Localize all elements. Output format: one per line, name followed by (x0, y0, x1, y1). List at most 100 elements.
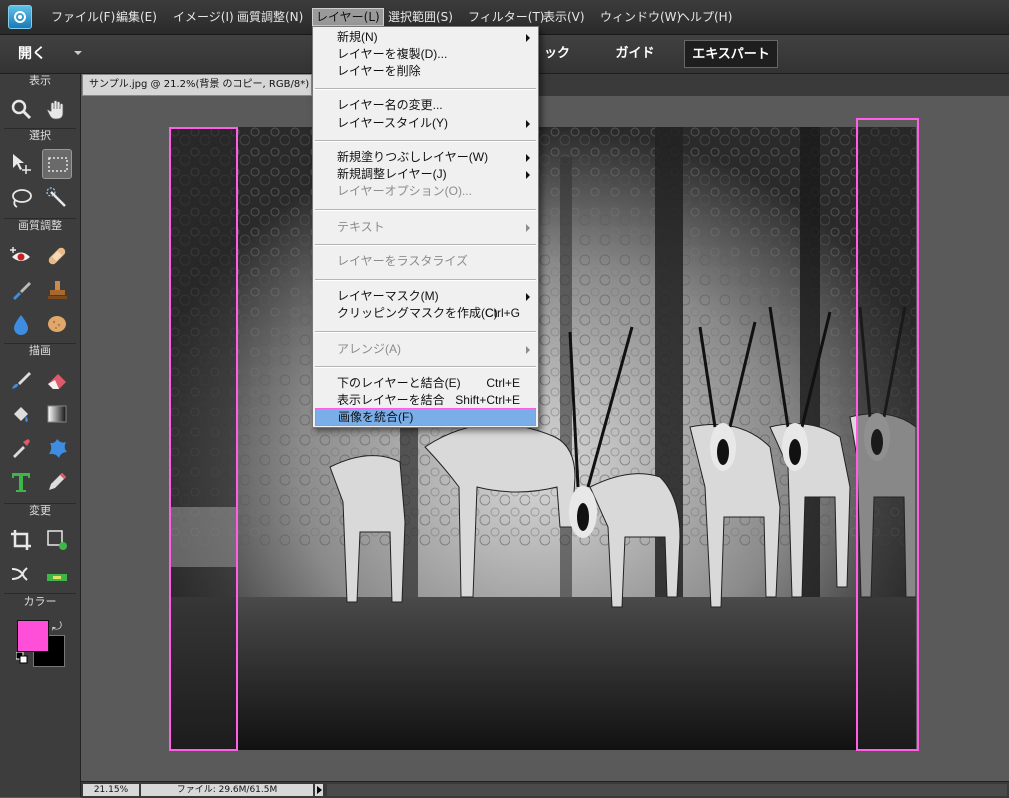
recompose-tool[interactable] (42, 525, 72, 555)
menu-enhance[interactable]: 画質調整(N) (234, 9, 306, 25)
mode-quick-button[interactable]: ック (536, 40, 578, 68)
hand-tool[interactable] (42, 94, 72, 124)
zoom-tool[interactable] (6, 94, 36, 124)
document-tab[interactable]: サンプル.jpg @ 21.2%(背景 のコピー, RGB/8*) * (82, 74, 312, 96)
menu-edit[interactable]: 編集(E) (113, 9, 160, 25)
healing-brush-tool[interactable] (42, 241, 72, 271)
toolbox-header-enhance: 画質調整 (18, 219, 62, 232)
quick-selection-tool[interactable] (42, 183, 72, 213)
custom-shape-tool[interactable] (42, 433, 72, 463)
crop-tool[interactable] (6, 525, 36, 555)
eye-icon (10, 247, 30, 261)
menu-item-new-fill-layer[interactable]: 新規塗りつぶしレイヤー(W) (315, 149, 536, 166)
oryx-photo (170, 127, 916, 750)
menu-item-duplicate-layer[interactable]: レイヤーを複製(D)... (315, 46, 536, 63)
menu-item-layer-style[interactable]: レイヤースタイル(Y) (315, 115, 536, 132)
eraser-tool[interactable] (42, 365, 72, 395)
hand-icon (46, 100, 64, 120)
menu-item-new-adjustment-layer[interactable]: 新規調整レイヤー(J) (315, 166, 536, 183)
recompose-icon (47, 530, 67, 550)
rect-marquee-icon (48, 157, 68, 172)
toolbox-header-modify: 変更 (29, 504, 51, 517)
move-tool[interactable] (6, 149, 36, 179)
smart-brush-tool[interactable] (6, 275, 36, 305)
left-selection-guide (169, 127, 238, 751)
toolbox-header-view: 表示 (29, 74, 51, 87)
submenu-arrow-icon (526, 346, 530, 354)
status-bar: 21.15% ファイル: 29.6M/61.5M (81, 781, 1009, 798)
menu-item-merge-visible[interactable]: 表示レイヤーを結合 Shift+Ctrl+E (315, 392, 536, 409)
magnifier-icon (11, 99, 32, 120)
app-logo-icon (8, 5, 32, 29)
submenu-arrow-icon (526, 171, 530, 179)
menu-item-new[interactable]: 新規(N) (315, 29, 536, 46)
marquee-tool[interactable] (42, 149, 72, 179)
blur-tool[interactable] (6, 309, 36, 339)
shortcut-label: Ctrl+E (486, 376, 520, 390)
swap-colors-icon[interactable]: ⤾ (52, 619, 62, 634)
brush-icon (12, 372, 31, 389)
pencil-tool[interactable] (42, 467, 72, 497)
menu-item-arrange: アレンジ(A) (315, 341, 536, 358)
document-image[interactable] (170, 127, 916, 750)
menu-select[interactable]: 選択範囲(S) (385, 9, 456, 25)
menu-item-layer-options: レイヤーオプション(O)... (337, 184, 472, 198)
menu-view[interactable]: 表示(V) (540, 9, 588, 25)
menu-item-merge-down[interactable]: 下のレイヤーと結合(E) Ctrl+E (315, 375, 536, 392)
menu-filter[interactable]: フィルター(T) (465, 9, 547, 25)
bandage-icon (48, 247, 66, 265)
content-aware-move-tool[interactable] (6, 559, 36, 589)
file-size-info: ファイル: 29.6M/61.5M (141, 784, 313, 796)
zoom-level-field[interactable]: 21.15% (83, 784, 139, 796)
menu-item-delete-layer[interactable]: レイヤーを削除 (315, 63, 536, 80)
menu-item-create-clipping-mask[interactable]: クリッピングマスクを作成(C) Ctrl+G (315, 305, 536, 322)
sponge-icon (48, 316, 66, 332)
mode-expert-button[interactable]: エキスパート (684, 40, 778, 68)
magic-wand-icon (46, 187, 66, 207)
eraser-icon (48, 374, 66, 389)
eyedropper-icon (13, 439, 30, 458)
chevron-down-icon[interactable] (74, 51, 82, 55)
move-icon (13, 154, 31, 174)
brush-tool[interactable] (6, 365, 36, 395)
status-menu-arrow-icon[interactable] (315, 784, 323, 796)
crop-icon (11, 530, 31, 550)
submenu-arrow-icon (526, 120, 530, 128)
menu-window[interactable]: ウィンドウ(W) (597, 9, 684, 25)
gradient-tool[interactable] (42, 399, 72, 429)
right-selection-guide (856, 118, 919, 751)
menu-item-layer-mask[interactable]: レイヤーマスク(M) (315, 288, 536, 305)
default-colors-icon[interactable] (16, 652, 28, 664)
menu-file[interactable]: ファイル(F) (48, 9, 118, 25)
menu-image[interactable]: イメージ(I) (170, 9, 237, 25)
layer-dropdown-menu: 新規(N) レイヤーを複製(D)... レイヤーを削除 レイヤー名の変更... … (312, 26, 539, 428)
shortcut-label: Shift+Ctrl+E (455, 393, 520, 407)
menu-item-rename-layer[interactable]: レイヤー名の変更... (315, 97, 536, 114)
mode-guide-button[interactable]: ガイド (600, 40, 670, 68)
straighten-tool[interactable] (42, 559, 72, 589)
menu-item-rasterize-layer: レイヤーをラスタライズ (337, 254, 469, 268)
sponge-tool[interactable] (42, 309, 72, 339)
menu-help[interactable]: ヘルプ(H) (675, 9, 735, 25)
submenu-arrow-icon (526, 34, 530, 42)
submenu-arrow-icon (526, 224, 530, 232)
eyedropper-tool[interactable] (6, 433, 36, 463)
type-tool[interactable] (6, 467, 36, 497)
menu-layer[interactable]: レイヤー(L) (312, 8, 384, 26)
horizontal-scrollbar[interactable] (327, 784, 1007, 796)
level-icon (47, 574, 67, 581)
open-button[interactable]: 開く (8, 42, 56, 66)
toolbox-header-color: カラー (23, 595, 57, 608)
text-t-icon (12, 473, 30, 492)
pencil-icon (49, 473, 66, 490)
paint-bucket-tool[interactable] (6, 399, 36, 429)
gradient-icon (47, 405, 67, 423)
drop-icon (14, 315, 28, 335)
menu-item-flatten-image[interactable]: 画像を統合(F) (315, 408, 536, 426)
lasso-icon (12, 189, 32, 208)
lasso-tool[interactable] (6, 183, 36, 213)
clone-stamp-tool[interactable] (42, 275, 72, 305)
red-eye-tool[interactable] (6, 241, 36, 271)
foreground-color-swatch[interactable] (17, 620, 49, 652)
toolbox-header-select: 選択 (29, 129, 51, 142)
